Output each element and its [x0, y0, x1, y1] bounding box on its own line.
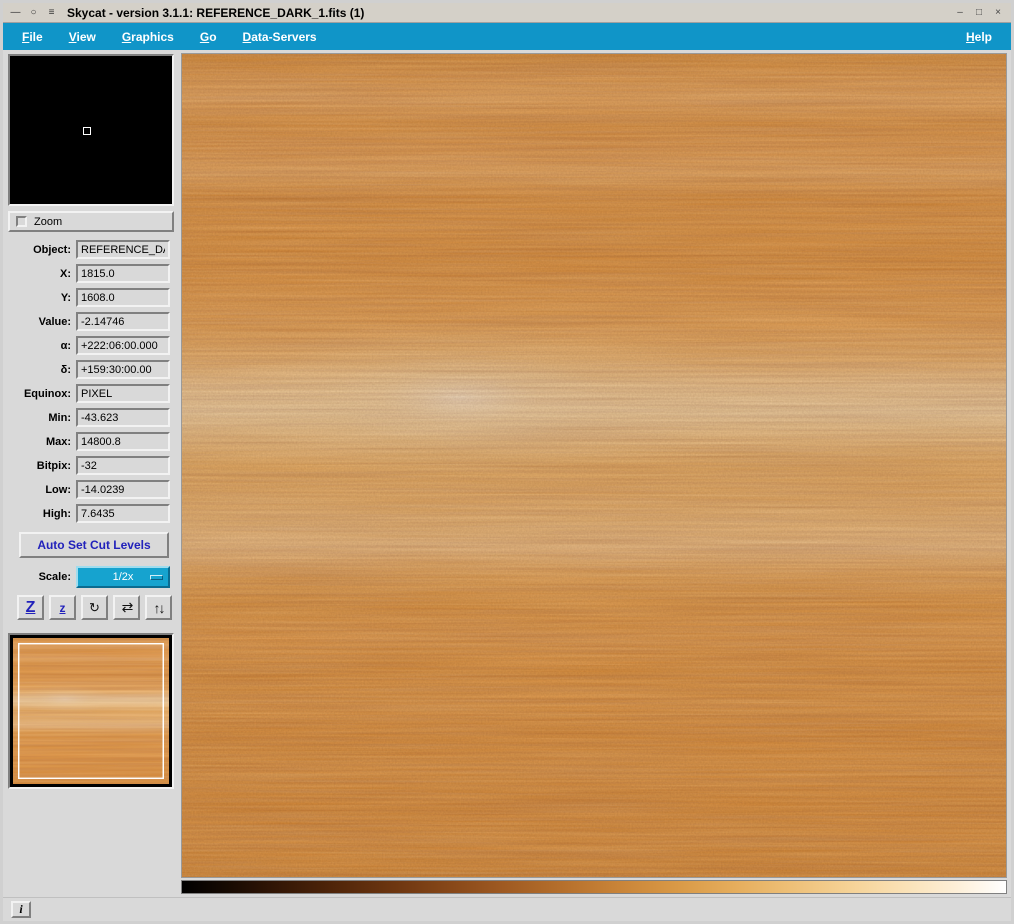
menubar-spacer: [330, 23, 953, 50]
equinox-field[interactable]: [76, 384, 170, 403]
ra-label: α:: [60, 339, 71, 352]
info-row: Bitpix:: [7, 456, 177, 475]
info-row: Equinox:: [7, 384, 177, 403]
colorbar[interactable]: [181, 880, 1007, 894]
bitpix-field[interactable]: [76, 456, 170, 475]
y-label: Y:: [60, 291, 71, 304]
scale-value: 1/2x: [112, 571, 134, 583]
sticky-icon[interactable]: ○: [26, 6, 41, 20]
maximize-icon[interactable]: □: [971, 5, 987, 20]
value-label: Value:: [38, 315, 71, 328]
menu-view[interactable]: View: [56, 23, 109, 50]
scale-option-menu[interactable]: 1/2x: [76, 566, 170, 588]
menubar: File View Graphics Go Data-Servers Help: [3, 23, 1011, 50]
zoom-checkbox[interactable]: [16, 216, 27, 227]
high-field[interactable]: [76, 504, 170, 523]
titlebar: — ○ ≡ Skycat - version 3.1.1: REFERENCE_…: [3, 3, 1011, 23]
rotate-icon[interactable]: ↻: [81, 595, 108, 620]
max-label: Max:: [45, 435, 71, 448]
shade-icon[interactable]: ≡: [44, 6, 59, 20]
zoom-view-canvas[interactable]: [8, 54, 174, 206]
info-row: Value:: [7, 312, 177, 331]
zoom-toggle-label: Zoom: [34, 215, 63, 228]
scale-row: Scale: 1/2x: [7, 566, 177, 588]
info-row: α:: [7, 336, 177, 355]
info-row: δ:: [7, 360, 177, 379]
zoom-toggle-panel: Zoom: [8, 211, 174, 232]
info-row: Low:: [7, 480, 177, 499]
menu-data-servers[interactable]: Data-Servers: [230, 23, 330, 50]
min-label: Min:: [48, 411, 71, 424]
menu-file[interactable]: File: [9, 23, 56, 50]
menu-graphics[interactable]: Graphics: [109, 23, 187, 50]
y-field[interactable]: [76, 288, 170, 307]
x-field[interactable]: [76, 264, 170, 283]
flip-y-icon[interactable]: ↑↓: [145, 595, 172, 620]
menu-help[interactable]: Help: [953, 23, 1005, 50]
ra-field[interactable]: [76, 336, 170, 355]
object-field[interactable]: [76, 240, 170, 259]
low-field[interactable]: [76, 480, 170, 499]
value-field[interactable]: [76, 312, 170, 331]
flip-x-icon[interactable]: ⇄: [113, 595, 140, 620]
minimize-icon[interactable]: –: [952, 5, 968, 20]
pan-thumbnail: [13, 638, 169, 784]
info-row: Min:: [7, 408, 177, 427]
bitpix-label: Bitpix:: [36, 459, 71, 472]
image-canvas[interactable]: [181, 53, 1007, 878]
info-row: X:: [7, 264, 177, 283]
info-button[interactable]: i: [11, 901, 31, 918]
main-content: Zoom Object: X: Y: Value:: [3, 50, 1011, 897]
zoom-cursor-marker: [82, 127, 91, 136]
window-menu-icon[interactable]: —: [8, 6, 23, 20]
auto-set-cut-levels-button[interactable]: Auto Set Cut Levels: [19, 532, 169, 558]
x-label: X:: [60, 267, 71, 280]
option-menu-indicator-icon: [150, 575, 163, 580]
scale-label: Scale:: [38, 571, 71, 583]
image-area: [181, 50, 1011, 897]
info-row: Max:: [7, 432, 177, 451]
info-row: Y:: [7, 288, 177, 307]
zoom-in-button[interactable]: Z: [17, 595, 44, 620]
info-row: High:: [7, 504, 177, 523]
info-panel: Object: X: Y: Value: α:: [7, 240, 177, 523]
close-icon[interactable]: ×: [990, 5, 1006, 20]
fits-image: [182, 54, 1006, 877]
object-label: Object:: [33, 243, 71, 256]
min-field[interactable]: [76, 408, 170, 427]
equinox-label: Equinox:: [23, 387, 71, 400]
dec-label: δ:: [60, 363, 71, 376]
window-title: Skycat - version 3.1.1: REFERENCE_DARK_1…: [67, 5, 365, 20]
dec-field[interactable]: [76, 360, 170, 379]
skycat-window: — ○ ≡ Skycat - version 3.1.1: REFERENCE_…: [0, 0, 1014, 924]
image-toolbar: Z z ↻ ⇄ ↑↓: [17, 595, 177, 620]
max-field[interactable]: [76, 432, 170, 451]
control-panel: Zoom Object: X: Y: Value:: [3, 50, 181, 897]
high-label: High:: [42, 507, 71, 520]
low-label: Low:: [45, 483, 71, 496]
menu-go[interactable]: Go: [187, 23, 230, 50]
pan-window[interactable]: [8, 633, 174, 789]
statusbar: i: [3, 897, 1011, 921]
info-row: Object:: [7, 240, 177, 259]
zoom-out-button[interactable]: z: [49, 595, 76, 620]
